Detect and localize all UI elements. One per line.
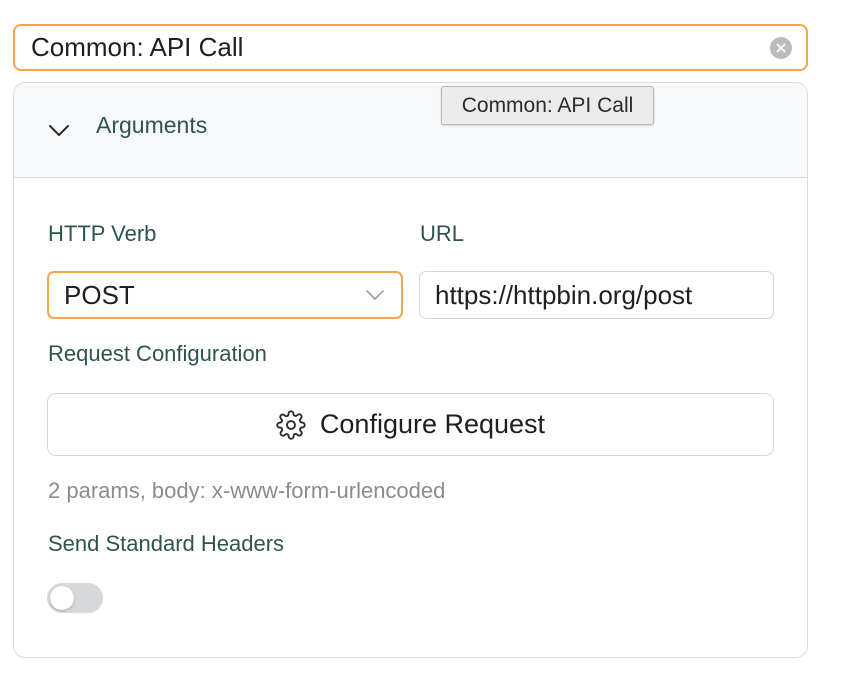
chevron-down-icon bbox=[366, 290, 384, 300]
toggle-knob bbox=[50, 586, 74, 610]
arguments-card: Arguments bbox=[13, 82, 808, 658]
configure-request-label: Configure Request bbox=[319, 409, 546, 439]
request-configuration-label: Request Configuration bbox=[48, 341, 267, 366]
arguments-section-header[interactable]: Arguments bbox=[14, 83, 807, 178]
url-value: https://httpbin.org/post bbox=[435, 279, 693, 310]
tooltip-text: Common: API Call bbox=[461, 93, 634, 117]
tooltip: Common: API Call bbox=[441, 86, 654, 125]
action-title-value: Common: API Call bbox=[31, 32, 244, 62]
chevron-down-icon bbox=[49, 125, 69, 136]
send-standard-headers-toggle[interactable] bbox=[47, 583, 103, 613]
configure-request-button[interactable]: Configure Request bbox=[47, 393, 774, 456]
clear-icon[interactable] bbox=[770, 37, 792, 59]
http-verb-select[interactable]: POST bbox=[47, 271, 403, 319]
gear-icon bbox=[276, 409, 306, 440]
request-config-summary: 2 params, body: x-www-form-urlencoded bbox=[48, 478, 446, 503]
url-label: URL bbox=[420, 221, 465, 246]
http-verb-label: HTTP Verb bbox=[48, 221, 157, 246]
send-standard-headers-label: Send Standard Headers bbox=[48, 531, 285, 556]
action-title-input[interactable]: Common: API Call bbox=[13, 24, 808, 71]
action-editor: Common: API Call Common: API Call Argume… bbox=[0, 0, 844, 690]
url-input[interactable]: https://httpbin.org/post bbox=[419, 271, 774, 319]
arguments-section-label: Arguments bbox=[96, 112, 208, 138]
http-verb-value: POST bbox=[64, 279, 135, 310]
